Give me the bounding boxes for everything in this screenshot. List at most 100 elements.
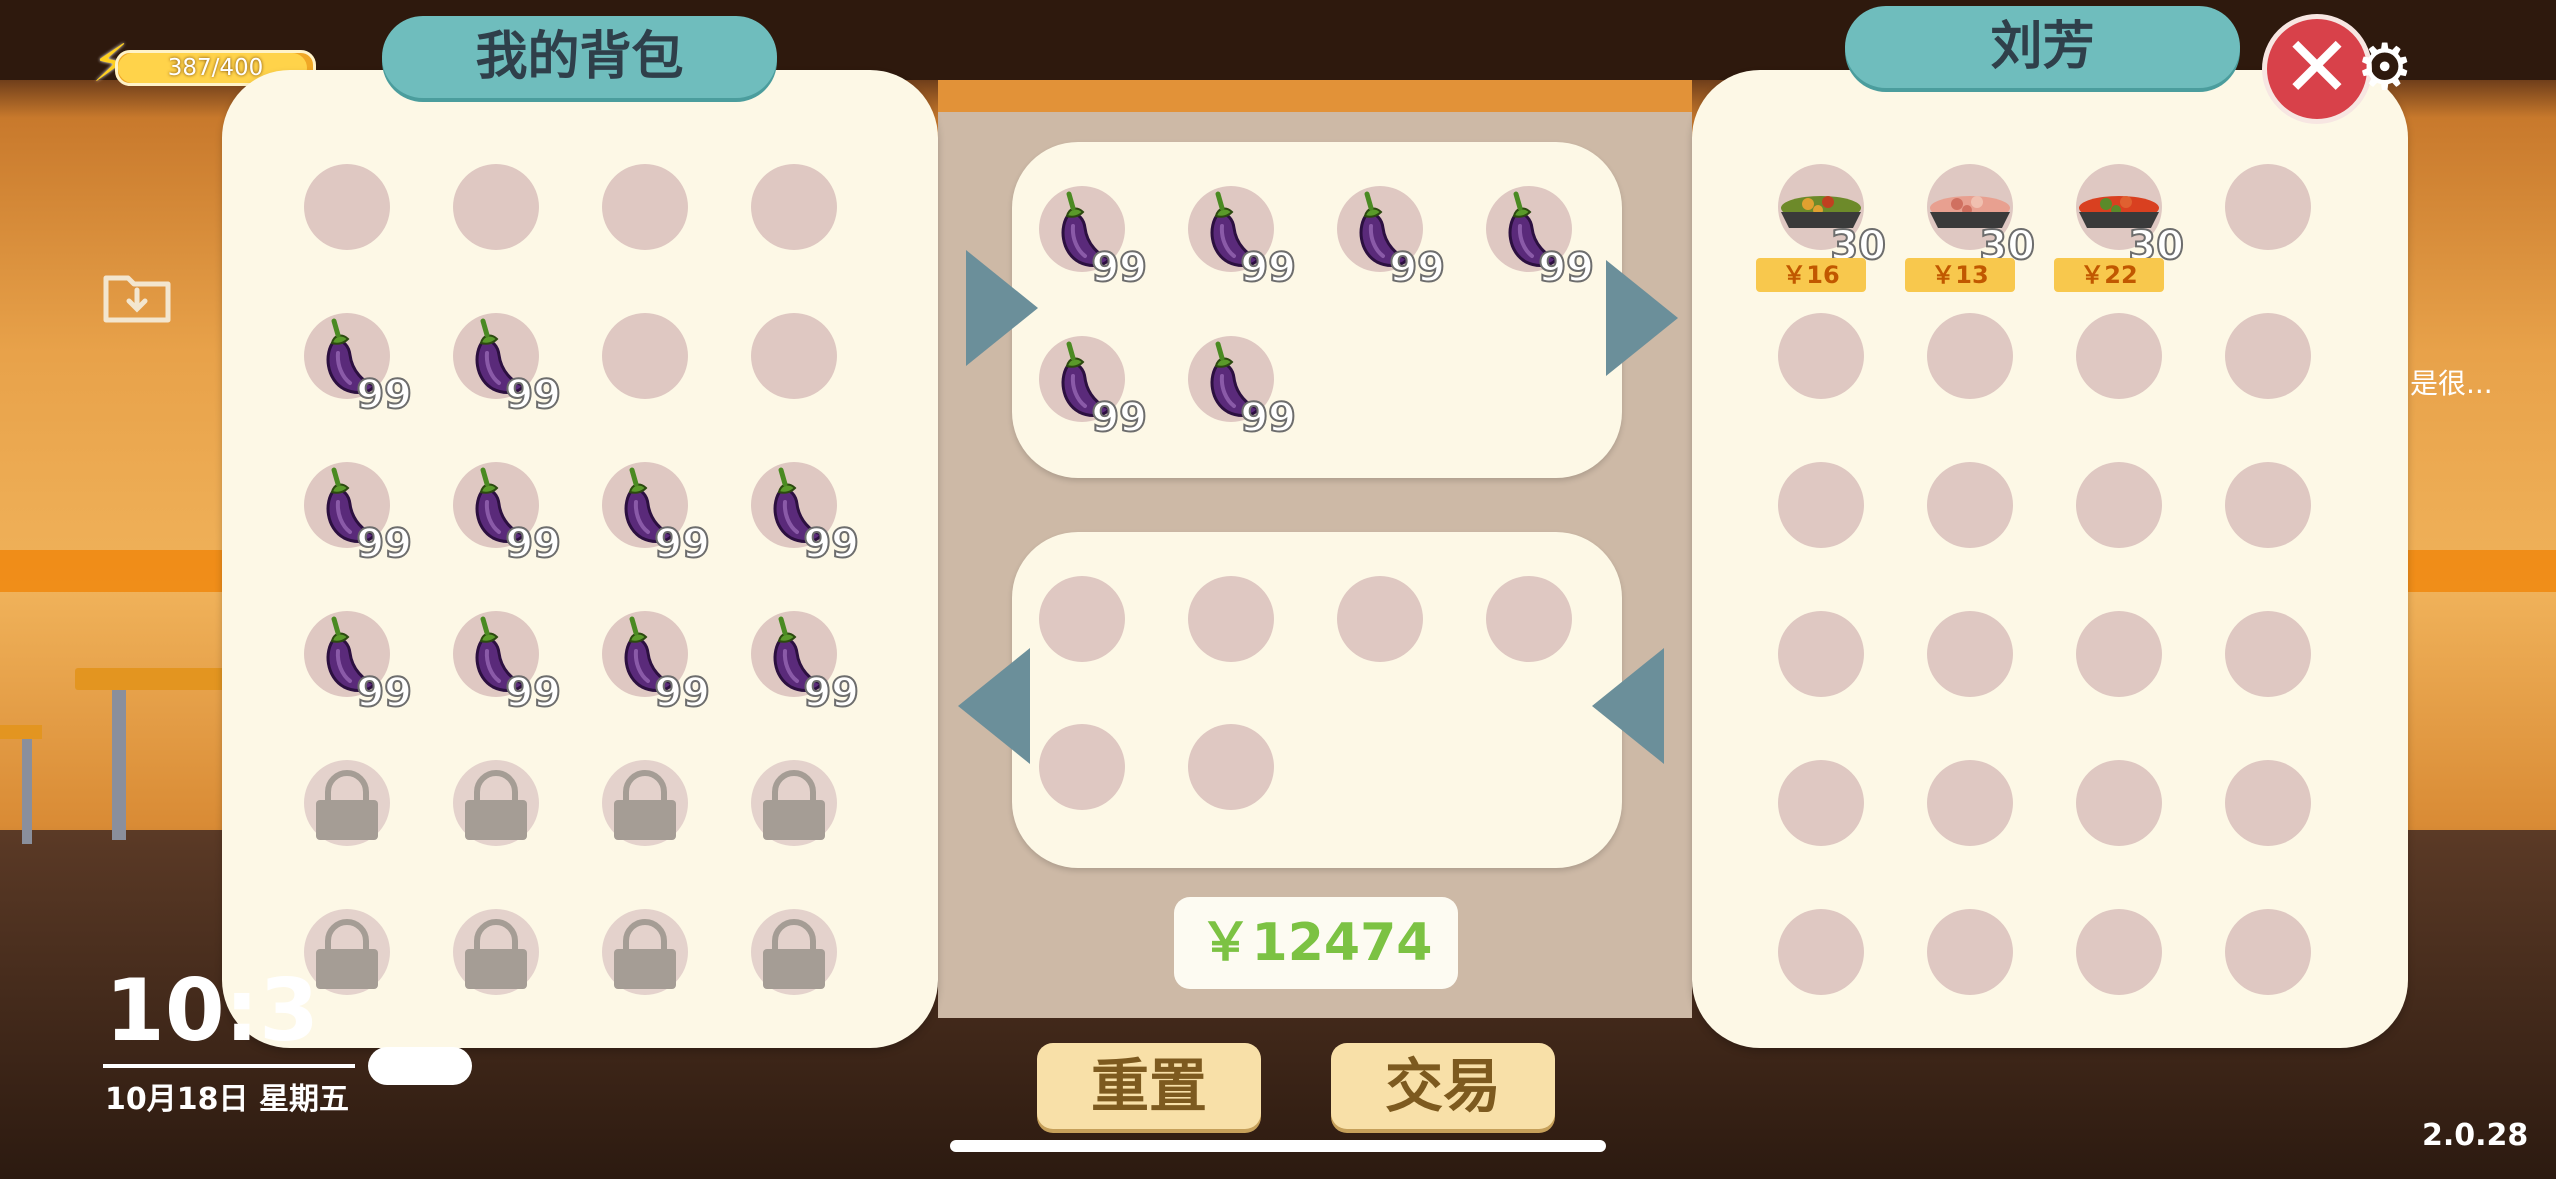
lock-icon [614, 919, 676, 989]
item-slot[interactable]: 99 [1188, 186, 1297, 289]
empty-slot[interactable] [602, 164, 688, 250]
weather-cloud-icon [368, 1047, 472, 1085]
item-slot[interactable]: 99 [751, 462, 860, 565]
item-count: 99 [653, 521, 711, 567]
empty-slot[interactable] [453, 164, 539, 250]
money-display: ￥12474 [1174, 897, 1458, 989]
version-label: 2.0.28 [2422, 1118, 2529, 1153]
empty-slot[interactable] [751, 164, 837, 250]
empty-slot[interactable] [602, 313, 688, 399]
item-count: 99 [1090, 245, 1148, 291]
empty-slot[interactable] [2076, 313, 2162, 399]
empty-slot[interactable] [1486, 576, 1572, 662]
empty-slot[interactable] [2225, 462, 2311, 548]
background-table-leg [112, 690, 126, 840]
locked-slot [304, 760, 390, 846]
item-slot[interactable]: 99 [453, 462, 562, 565]
lock-icon [614, 770, 676, 840]
lock-icon [465, 919, 527, 989]
folder-download-icon[interactable] [102, 268, 172, 324]
item-slot[interactable]: 99 [304, 462, 413, 565]
gear-icon[interactable]: ⚙ [2356, 36, 2413, 100]
locked-slot [751, 760, 837, 846]
npc-shop-panel: 30 ￥16 30 ￥13 30 ￥22 [1692, 70, 2408, 1048]
lock-icon [763, 919, 825, 989]
empty-slot[interactable] [1778, 909, 1864, 995]
background-table-leg-2 [22, 739, 32, 844]
empty-slot[interactable] [2076, 909, 2162, 995]
npc-name-title: 刘芳 [1845, 6, 2240, 88]
empty-slot[interactable] [1778, 462, 1864, 548]
receive-box [1012, 532, 1622, 868]
clock-divider [103, 1064, 355, 1068]
empty-slot[interactable] [2225, 164, 2311, 250]
empty-slot[interactable] [2225, 313, 2311, 399]
empty-slot[interactable] [1927, 760, 2013, 846]
empty-slot[interactable] [2076, 760, 2162, 846]
empty-slot[interactable] [751, 313, 837, 399]
item-count: 99 [1239, 395, 1297, 441]
item-slot[interactable]: 99 [1188, 336, 1297, 439]
item-count: 99 [355, 670, 413, 716]
item-slot[interactable]: 99 [1337, 186, 1446, 289]
item-slot[interactable]: 99 [1039, 336, 1148, 439]
empty-slot[interactable] [1039, 576, 1125, 662]
arrow-right-icon [1606, 260, 1678, 376]
home-indicator[interactable] [950, 1140, 1606, 1152]
locked-slot [751, 909, 837, 995]
background-table-2 [0, 725, 42, 739]
empty-slot[interactable] [1188, 576, 1274, 662]
arrow-left-icon [1592, 648, 1664, 764]
empty-slot[interactable] [1778, 313, 1864, 399]
item-count: 99 [504, 670, 562, 716]
empty-slot[interactable] [2225, 909, 2311, 995]
lock-icon [465, 770, 527, 840]
clock: 10:3 [105, 961, 319, 1061]
empty-slot[interactable] [2225, 760, 2311, 846]
empty-slot[interactable] [2076, 611, 2162, 697]
item-count: 99 [1090, 395, 1148, 441]
empty-slot[interactable] [2076, 462, 2162, 548]
price-tag: ￥13 [1905, 258, 2015, 292]
item-slot[interactable]: 99 [304, 611, 413, 714]
offer-box: 99 99 99 99 99 99 [1012, 142, 1622, 478]
shop-item-slot[interactable]: 30 ￥22 [2054, 164, 2185, 292]
empty-slot[interactable] [1039, 724, 1125, 810]
date: 10月18日 星期五 [105, 1082, 349, 1117]
my-backpack-panel: 99 99 99 99 99 99 99 99 99 99 [222, 70, 938, 1048]
item-count: 99 [1537, 245, 1595, 291]
item-slot[interactable]: 99 [1039, 186, 1148, 289]
item-count: 99 [802, 670, 860, 716]
item-slot[interactable]: 99 [304, 313, 413, 416]
empty-slot[interactable] [1188, 724, 1274, 810]
item-count: 99 [653, 670, 711, 716]
center-background-top [938, 80, 1692, 112]
empty-slot[interactable] [1927, 462, 2013, 548]
item-slot[interactable]: 99 [602, 462, 711, 565]
item-slot[interactable]: 99 [453, 611, 562, 714]
empty-slot[interactable] [1927, 611, 2013, 697]
lock-icon [316, 919, 378, 989]
empty-slot[interactable] [1778, 760, 1864, 846]
empty-slot[interactable] [1927, 909, 2013, 995]
item-count: 99 [355, 521, 413, 567]
locked-slot [602, 909, 688, 995]
empty-slot[interactable] [1778, 611, 1864, 697]
item-slot[interactable]: 99 [751, 611, 860, 714]
item-count: 99 [1388, 245, 1446, 291]
shop-item-slot[interactable]: 30 ￥13 [1905, 164, 2036, 292]
reset-button[interactable]: 重置 [1037, 1043, 1261, 1129]
empty-slot[interactable] [2225, 611, 2311, 697]
empty-slot[interactable] [1927, 313, 2013, 399]
background-table [75, 668, 235, 690]
item-count: 99 [504, 521, 562, 567]
shop-item-slot[interactable]: 30 ￥16 [1756, 164, 1887, 292]
item-count: 99 [504, 372, 562, 418]
item-slot[interactable]: 99 [1486, 186, 1595, 289]
trade-button[interactable]: 交易 [1331, 1043, 1555, 1129]
my-backpack-title: 我的背包 [382, 16, 777, 98]
item-slot[interactable]: 99 [602, 611, 711, 714]
empty-slot[interactable] [304, 164, 390, 250]
item-slot[interactable]: 99 [453, 313, 562, 416]
empty-slot[interactable] [1337, 576, 1423, 662]
